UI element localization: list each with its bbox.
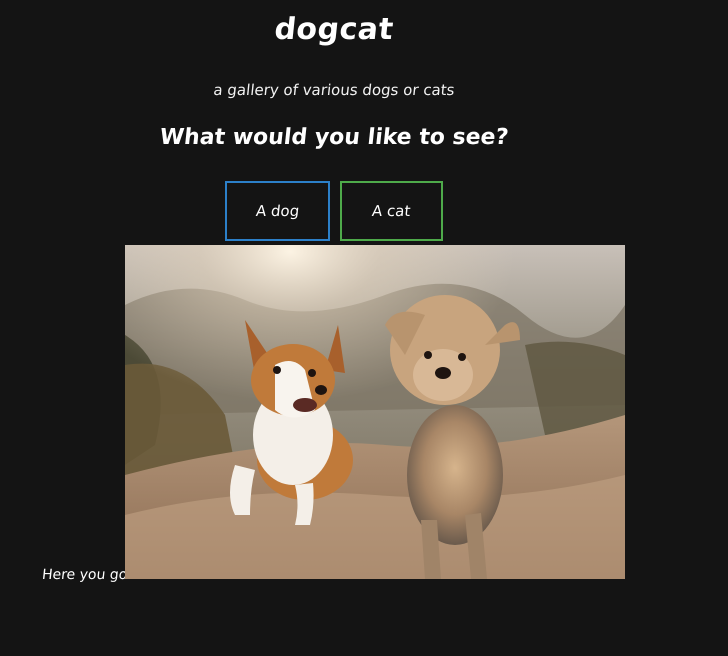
result-caption: Here you go! (41, 567, 134, 583)
dog-photo (125, 245, 625, 579)
page-subtitle: a gallery of various dogs or cats (212, 81, 456, 99)
cat-button-label: A cat (371, 202, 412, 220)
cat-button[interactable]: A cat (340, 181, 443, 241)
dog-button[interactable]: A dog (225, 181, 330, 241)
page-title: dogcat (272, 12, 396, 47)
prompt-question: What would you like to see? (158, 125, 510, 150)
dog-button-label: A dog (254, 202, 301, 220)
